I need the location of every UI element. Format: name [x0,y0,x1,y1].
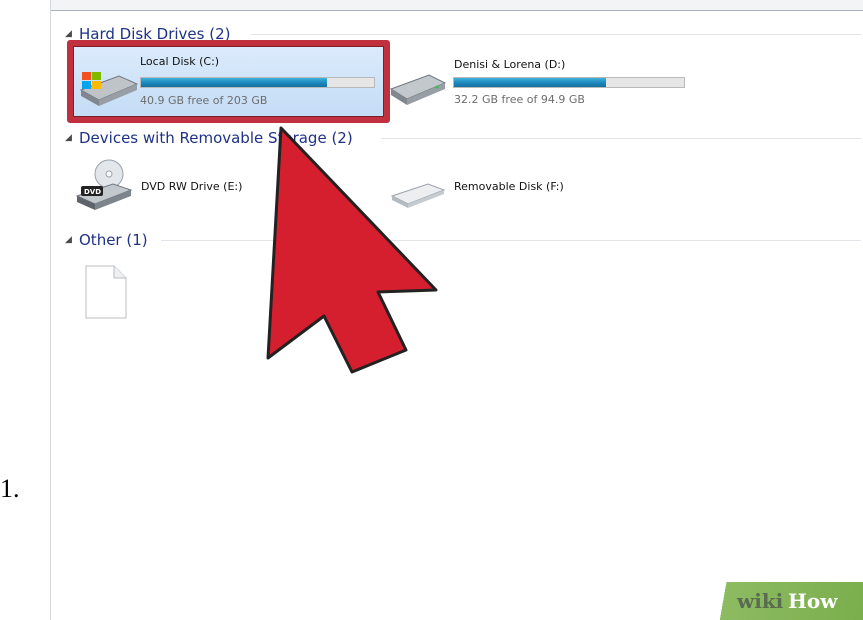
drive-free-space: 32.2 GB free of 94.9 GB [454,93,585,106]
watermark-how-text: How [788,589,838,613]
window-top-border [51,0,863,11]
step-number: 1. [0,474,20,503]
drive-name: Removable Disk (F:) [454,180,564,193]
red-arrow-annotation-icon [266,126,438,374]
drive-usage-fill [454,78,606,87]
watermark-wiki-text: wiki [737,589,784,613]
collapse-triangle-icon[interactable]: ◢ [65,29,73,39]
drive-tile-denisi-lorena-d[interactable]: Denisi & Lorena (D:) 32.2 GB free of 94.… [386,45,706,118]
collapse-triangle-icon[interactable]: ◢ [65,133,73,143]
group-header-label: Other (1) [79,231,148,249]
explorer-window: ◢ Hard Disk Drives (2) Local Disk (C:) 4… [50,0,863,620]
collapse-triangle-icon[interactable]: ◢ [65,235,73,245]
group-header-other[interactable]: ◢ Other (1) [65,230,148,250]
drive-usage-bar [453,77,685,88]
highlight-frame [67,40,390,123]
svg-text:DVD: DVD [84,188,101,196]
dvd-drive-icon: DVD [75,159,133,210]
hard-drive-icon [389,74,447,105]
blank-file-icon[interactable] [84,264,128,320]
drive-name: Denisi & Lorena (D:) [454,58,566,71]
wikihow-watermark: wiki How [699,582,863,620]
